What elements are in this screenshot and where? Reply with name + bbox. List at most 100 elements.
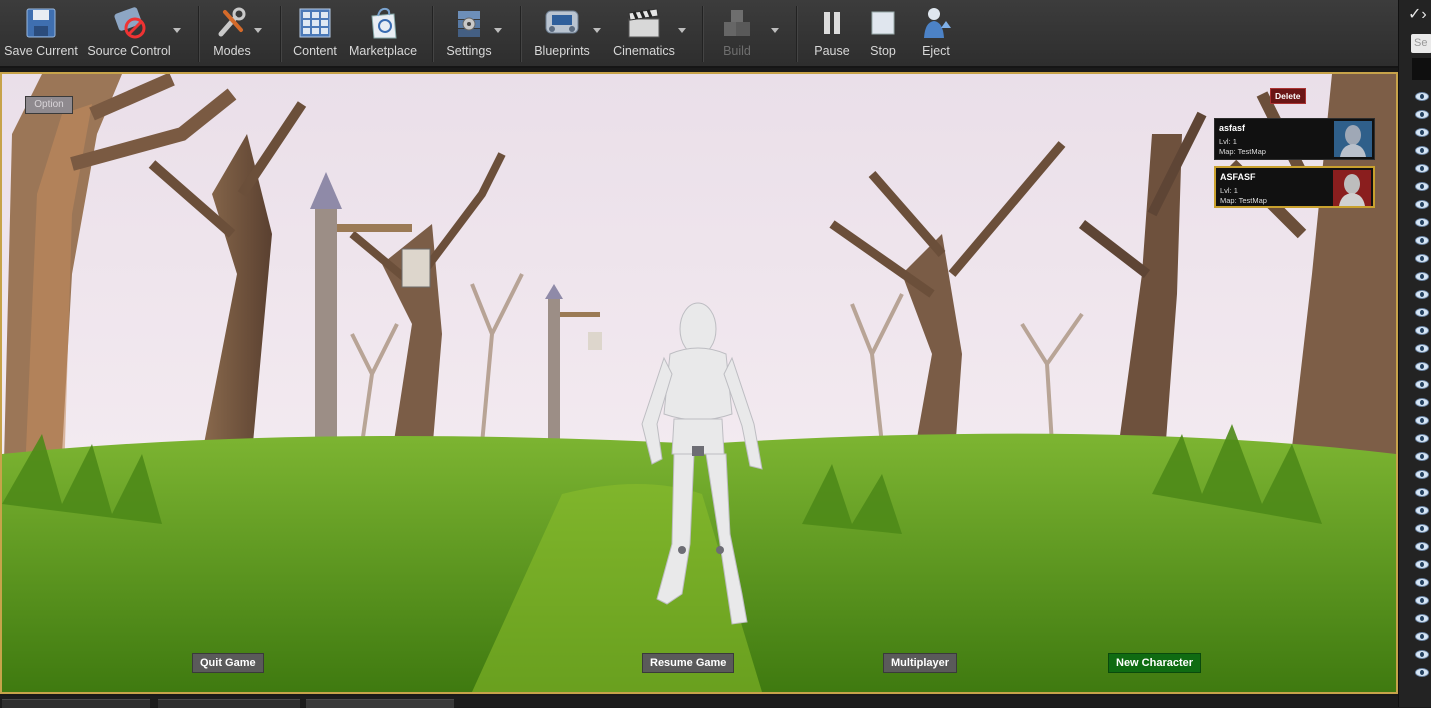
editor-toolbar: Save Current Source Control Modes Conten… (0, 0, 1398, 68)
settings-label: Settings (446, 44, 492, 58)
content-label: Content (293, 44, 337, 58)
character-level: Lvl: 1 (1220, 186, 1238, 195)
character-map: Map: TestMap (1220, 196, 1267, 205)
visibility-eye-icon[interactable] (1415, 398, 1429, 407)
settings-dropdown-icon[interactable] (494, 28, 502, 33)
settings-gear-icon (449, 4, 489, 42)
visibility-eye-icon[interactable] (1415, 380, 1429, 389)
visibility-eye-icon[interactable] (1415, 272, 1429, 281)
visibility-eye-icon[interactable] (1415, 650, 1429, 659)
new-character-button[interactable]: New Character (1108, 653, 1202, 673)
toolbar-separator (432, 6, 434, 62)
visibility-eye-icon[interactable] (1415, 362, 1429, 371)
visibility-eye-icon[interactable] (1415, 236, 1429, 245)
stop-button[interactable]: Stop (860, 4, 906, 64)
visibility-eye-icon[interactable] (1415, 542, 1429, 551)
cinematics-label: Cinematics (613, 44, 675, 58)
visibility-eye-icon[interactable] (1415, 344, 1429, 353)
visibility-eye-icon[interactable] (1415, 596, 1429, 605)
visibility-eye-icon[interactable] (1415, 470, 1429, 479)
visibility-eye-icon[interactable] (1415, 560, 1429, 569)
stop-label: Stop (870, 44, 896, 58)
blueprints-label: Blueprints (534, 44, 590, 58)
visibility-eye-icon[interactable] (1415, 452, 1429, 461)
visibility-eye-icon[interactable] (1415, 488, 1429, 497)
toolbar-separator (198, 6, 200, 62)
eject-button[interactable]: Eject (912, 4, 960, 64)
modes-button[interactable]: Modes (206, 4, 258, 64)
character-name: asfasf (1219, 123, 1246, 133)
cinematics-dropdown-icon[interactable] (678, 28, 686, 33)
toolbar-separator (702, 6, 704, 62)
eject-person-icon (916, 4, 956, 42)
blueprints-button[interactable]: Blueprints (530, 4, 594, 64)
visibility-eye-icon[interactable] (1415, 146, 1429, 155)
game-viewport[interactable]: Option Delete asfasf Lvl: 1 Map: TestMap… (0, 72, 1398, 694)
visibility-eye-icon[interactable] (1415, 416, 1429, 425)
content-grid-icon (295, 4, 335, 42)
character-name: ASFASF (1220, 172, 1256, 182)
option-button[interactable]: Option (25, 96, 73, 114)
character-slot-1[interactable]: asfasf Lvl: 1 Map: TestMap (1214, 118, 1375, 160)
visibility-eye-icon[interactable] (1415, 308, 1429, 317)
save-current-button[interactable]: Save Current (4, 4, 78, 64)
bottom-tab-bar (0, 696, 1398, 708)
toolbar-separator (520, 6, 522, 62)
build-blocks-icon (717, 4, 757, 42)
content-button[interactable]: Content (289, 4, 341, 64)
save-current-label: Save Current (4, 44, 78, 58)
outliner-search-input[interactable]: Se (1411, 34, 1431, 53)
multiplayer-button[interactable]: Multiplayer (883, 653, 958, 673)
modes-label: Modes (213, 44, 251, 58)
character-portrait-avatar (1334, 121, 1372, 157)
blueprints-dropdown-icon[interactable] (593, 28, 601, 33)
visibility-eye-icon[interactable] (1415, 326, 1429, 335)
source-control-button[interactable]: Source Control (86, 4, 172, 64)
visibility-eye-icon[interactable] (1415, 182, 1429, 191)
character-portrait-avatar (1333, 170, 1371, 206)
visibility-eye-icon[interactable] (1415, 254, 1429, 263)
character-level: Lvl: 1 (1219, 137, 1237, 146)
outliner-header (1412, 58, 1431, 80)
visibility-eye-icon[interactable] (1415, 128, 1429, 137)
character-slot-2[interactable]: ASFASF Lvl: 1 Map: TestMap (1214, 166, 1375, 208)
visibility-eye-icon[interactable] (1415, 578, 1429, 587)
visibility-eye-icon[interactable] (1415, 218, 1429, 227)
toolbar-separator (280, 6, 282, 62)
marketplace-bag-icon (363, 4, 403, 42)
quit-game-button[interactable]: Quit Game (192, 653, 264, 673)
visibility-eye-icon[interactable] (1415, 524, 1429, 533)
clapperboard-icon (624, 4, 664, 42)
modes-icon (212, 4, 252, 42)
build-button[interactable]: Build (712, 4, 762, 64)
marketplace-button[interactable]: Marketplace (347, 4, 419, 64)
visibility-eye-icon[interactable] (1415, 110, 1429, 119)
eject-label: Eject (922, 44, 950, 58)
blueprints-icon (542, 4, 582, 42)
visibility-eye-icon[interactable] (1415, 668, 1429, 677)
source-control-icon (109, 4, 149, 42)
visibility-eye-icon[interactable] (1415, 200, 1429, 209)
visibility-eye-icon[interactable] (1415, 164, 1429, 173)
stop-icon (863, 4, 903, 42)
build-dropdown-icon[interactable] (771, 28, 779, 33)
resume-game-button[interactable]: Resume Game (642, 653, 735, 673)
visibility-eye-icon[interactable] (1415, 506, 1429, 515)
delete-character-button[interactable]: Delete (1270, 88, 1306, 104)
visibility-toggle-icon[interactable]: ✓› (1408, 4, 1431, 24)
modes-dropdown-icon[interactable] (254, 28, 262, 33)
source-control-dropdown-icon[interactable] (173, 28, 181, 33)
build-label: Build (723, 44, 751, 58)
visibility-eye-icon[interactable] (1415, 434, 1429, 443)
character-map: Map: TestMap (1219, 147, 1266, 156)
pause-button[interactable]: Pause (808, 4, 856, 64)
save-icon (21, 4, 61, 42)
forest-scene-image (2, 74, 1396, 692)
cinematics-button[interactable]: Cinematics (610, 4, 678, 64)
visibility-eye-icon[interactable] (1415, 290, 1429, 299)
visibility-eye-icon[interactable] (1415, 632, 1429, 641)
settings-button[interactable]: Settings (443, 4, 495, 64)
pause-label: Pause (814, 44, 850, 58)
visibility-eye-icon[interactable] (1415, 92, 1429, 101)
visibility-eye-icon[interactable] (1415, 614, 1429, 623)
